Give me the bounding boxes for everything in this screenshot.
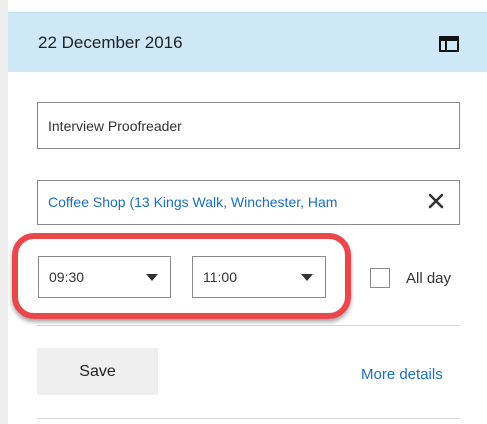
end-time-dropdown[interactable]: 11:00 [192, 256, 326, 298]
side-shade [0, 0, 8, 424]
all-day-label: All day [406, 270, 452, 287]
more-details-link[interactable]: More details [361, 366, 443, 383]
event-editor-panel: 22 December 2016 Coffee Shop (13 Kings W… [0, 0, 487, 424]
divider [37, 418, 460, 419]
header-date: 22 December 2016 [38, 33, 183, 52]
divider [37, 325, 460, 326]
save-button[interactable]: Save [37, 348, 158, 395]
event-title-input[interactable] [38, 103, 459, 148]
end-time-value: 11:00 [203, 269, 237, 285]
chevron-down-icon [301, 274, 313, 281]
chevron-down-icon [146, 274, 158, 281]
start-time-value: 09:30 [49, 269, 85, 285]
event-title-field[interactable] [37, 102, 460, 149]
location-text[interactable]: Coffee Shop (13 Kings Walk, Winchester, … [48, 194, 413, 210]
date-header: 22 December 2016 [8, 12, 487, 72]
all-day-checkbox[interactable] [370, 268, 390, 288]
calendar-icon[interactable] [439, 36, 459, 52]
close-icon[interactable] [427, 192, 445, 210]
start-time-dropdown[interactable]: 09:30 [38, 256, 171, 298]
event-location-field[interactable]: Coffee Shop (13 Kings Walk, Winchester, … [37, 180, 460, 225]
